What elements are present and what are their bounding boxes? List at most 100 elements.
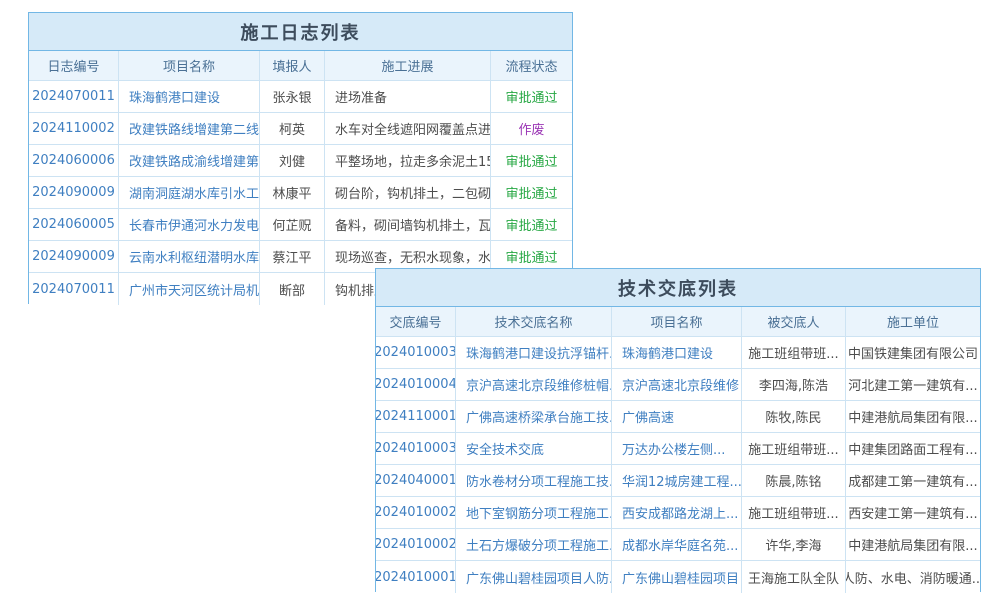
progress-cell: 备料，砌间墙钩机排土，瓦... — [325, 209, 491, 240]
disclosure-id-cell[interactable]: 2024110001 — [376, 401, 456, 432]
construction-unit-cell: 中建港航局集团有限... — [846, 529, 980, 560]
log-id-cell[interactable]: 2024060006 — [29, 145, 119, 176]
status-cell: 审批通过 — [491, 81, 572, 112]
column-header: 施工单位 — [846, 307, 980, 336]
disclosure-id-cell[interactable]: 2024040001 — [376, 465, 456, 496]
project-name-cell[interactable]: 长春市伊通河水力发电厂... — [119, 209, 260, 240]
table-row: 2024010002土石方爆破分项工程施工...成都水岸华庭名苑...许华,李海… — [376, 529, 980, 561]
project-name-cell[interactable]: 西安成都路龙湖上... — [612, 497, 742, 528]
table-row: 2024040001防水卷材分项工程施工技...华润12城房建工程...陈晨,陈… — [376, 465, 980, 497]
reporter-cell: 刘健 — [260, 145, 325, 176]
construction-unit-cell: 中国铁建集团有限公司 — [846, 337, 980, 368]
log-id-cell[interactable]: 2024070011 — [29, 273, 119, 305]
disclosure-name-cell[interactable]: 地下室钢筋分项工程施工... — [456, 497, 612, 528]
disclosure-name-cell[interactable]: 广佛高速桥梁承台施工技... — [456, 401, 612, 432]
column-header: 项目名称 — [119, 51, 260, 80]
project-name-cell[interactable]: 湖南洞庭湖水库引水工程... — [119, 177, 260, 208]
progress-cell: 水车对全线遮阳网覆盖点进... — [325, 113, 491, 144]
reporter-cell: 柯英 — [260, 113, 325, 144]
project-name-cell[interactable]: 京沪高速北京段维修 — [612, 369, 742, 400]
construction-unit-cell: 西安建工第一建筑有... — [846, 497, 980, 528]
log-id-cell[interactable]: 2024090009 — [29, 177, 119, 208]
column-header: 项目名称 — [612, 307, 742, 336]
disclosure-name-cell[interactable]: 安全技术交底 — [456, 433, 612, 464]
disclosure-name-cell[interactable]: 珠海鹤港口建设抗浮锚杆... — [456, 337, 612, 368]
table-row: 2024060005长春市伊通河水力发电厂...何芷贶备料，砌间墙钩机排土，瓦.… — [29, 209, 572, 241]
reporter-cell: 蔡江平 — [260, 241, 325, 272]
table-row: 2024010003珠海鹤港口建设抗浮锚杆...珠海鹤港口建设施工班组带班...… — [376, 337, 980, 369]
disclosure-id-cell[interactable]: 2024010002 — [376, 529, 456, 560]
disclosure-id-cell[interactable]: 2024010003 — [376, 433, 456, 464]
status-cell: 审批通过 — [491, 145, 572, 176]
disclosure-id-cell[interactable]: 2024010002 — [376, 497, 456, 528]
disclosure-header: 交底编号技术交底名称项目名称被交底人施工单位 — [376, 307, 980, 337]
table-row: 2024060006改建铁路成渝线增建第二...刘健平整场地，拉走多余泥土15.… — [29, 145, 572, 177]
disclosure-id-cell[interactable]: 2024010001 — [376, 561, 456, 593]
project-name-cell[interactable]: 华润12城房建工程... — [612, 465, 742, 496]
disclosure-id-cell[interactable]: 2024010004 — [376, 369, 456, 400]
progress-cell: 砌台阶，钩机排土，二包砌... — [325, 177, 491, 208]
log-id-cell[interactable]: 2024070011 — [29, 81, 119, 112]
disclosee-cell: 许华,李海 — [742, 529, 846, 560]
table-row: 2024010003安全技术交底万达办公楼左侧...施工班组带班...中建集团路… — [376, 433, 980, 465]
construction-unit-cell: 中建集团路面工程有... — [846, 433, 980, 464]
status-cell: 作废 — [491, 113, 572, 144]
disclosure-name-cell[interactable]: 广东佛山碧桂园项目人防... — [456, 561, 612, 593]
progress-cell: 进场准备 — [325, 81, 491, 112]
column-header: 填报人 — [260, 51, 325, 80]
disclosure-name-cell[interactable]: 防水卷材分项工程施工技... — [456, 465, 612, 496]
table-row: 2024110001广佛高速桥梁承台施工技...广佛高速陈牧,陈民中建港航局集团… — [376, 401, 980, 433]
log-id-cell[interactable]: 2024110002 — [29, 113, 119, 144]
disclosee-cell: 李四海,陈浩 — [742, 369, 846, 400]
disclosure-panel: 技术交底列表 交底编号技术交底名称项目名称被交底人施工单位 2024010003… — [375, 268, 981, 592]
construction-unit-cell: 河北建工第一建筑有... — [846, 369, 980, 400]
project-name-cell[interactable]: 广州市天河区统计局机房... — [119, 273, 260, 305]
project-name-cell[interactable]: 广东佛山碧桂园项目 — [612, 561, 742, 593]
construction-unit-cell: 人防、水电、消防暖通... — [846, 561, 980, 593]
project-name-cell[interactable]: 云南水利枢纽潜明水库一... — [119, 241, 260, 272]
disclosee-cell: 施工班组带班... — [742, 337, 846, 368]
disclosure-name-cell[interactable]: 京沪高速北京段维修桩帽... — [456, 369, 612, 400]
column-header: 日志编号 — [29, 51, 119, 80]
column-header: 技术交底名称 — [456, 307, 612, 336]
log-id-cell[interactable]: 2024060005 — [29, 209, 119, 240]
disclosee-cell: 施工班组带班... — [742, 497, 846, 528]
table-row: 2024090009湖南洞庭湖水库引水工程...林康平砌台阶，钩机排土，二包砌.… — [29, 177, 572, 209]
table-row: 2024010002地下室钢筋分项工程施工...西安成都路龙湖上...施工班组带… — [376, 497, 980, 529]
status-cell: 审批通过 — [491, 209, 572, 240]
disclosee-cell: 施工班组带班... — [742, 433, 846, 464]
column-header: 流程状态 — [491, 51, 572, 80]
project-name-cell[interactable]: 改建铁路线增建第二线直... — [119, 113, 260, 144]
project-name-cell[interactable]: 广佛高速 — [612, 401, 742, 432]
table-row: 2024010004京沪高速北京段维修桩帽...京沪高速北京段维修李四海,陈浩河… — [376, 369, 980, 401]
project-name-cell[interactable]: 珠海鹤港口建设 — [119, 81, 260, 112]
progress-cell: 平整场地，拉走多余泥土15... — [325, 145, 491, 176]
table-row: 2024010001广东佛山碧桂园项目人防...广东佛山碧桂园项目王海施工队全队… — [376, 561, 980, 593]
disclosee-cell: 陈牧,陈民 — [742, 401, 846, 432]
column-header: 施工进展 — [325, 51, 491, 80]
table-row: 2024110002改建铁路线增建第二线直...柯英水车对全线遮阳网覆盖点进..… — [29, 113, 572, 145]
reporter-cell: 何芷贶 — [260, 209, 325, 240]
column-header: 交底编号 — [376, 307, 456, 336]
status-cell: 审批通过 — [491, 177, 572, 208]
disclosure-title: 技术交底列表 — [376, 269, 980, 307]
column-header: 被交底人 — [742, 307, 846, 336]
reporter-cell: 断部 — [260, 273, 325, 305]
project-name-cell[interactable]: 万达办公楼左侧... — [612, 433, 742, 464]
project-name-cell[interactable]: 珠海鹤港口建设 — [612, 337, 742, 368]
table-row: 2024070011珠海鹤港口建设张永银进场准备审批通过 — [29, 81, 572, 113]
disclosure-id-cell[interactable]: 2024010003 — [376, 337, 456, 368]
construction-log-panel: 施工日志列表 日志编号项目名称填报人施工进展流程状态 2024070011珠海鹤… — [28, 12, 573, 304]
project-name-cell[interactable]: 改建铁路成渝线增建第二... — [119, 145, 260, 176]
disclosee-cell: 陈晨,陈铭 — [742, 465, 846, 496]
page-root: { "panels": { "log": { "title": "施工日志列表"… — [0, 0, 1000, 600]
construction-log-title: 施工日志列表 — [29, 13, 572, 51]
disclosee-cell: 王海施工队全队 — [742, 561, 846, 593]
log-id-cell[interactable]: 2024090009 — [29, 241, 119, 272]
reporter-cell: 林康平 — [260, 177, 325, 208]
disclosure-body: 2024010003珠海鹤港口建设抗浮锚杆...珠海鹤港口建设施工班组带班...… — [376, 337, 980, 593]
construction-unit-cell: 中建港航局集团有限... — [846, 401, 980, 432]
project-name-cell[interactable]: 成都水岸华庭名苑... — [612, 529, 742, 560]
reporter-cell: 张永银 — [260, 81, 325, 112]
disclosure-name-cell[interactable]: 土石方爆破分项工程施工... — [456, 529, 612, 560]
